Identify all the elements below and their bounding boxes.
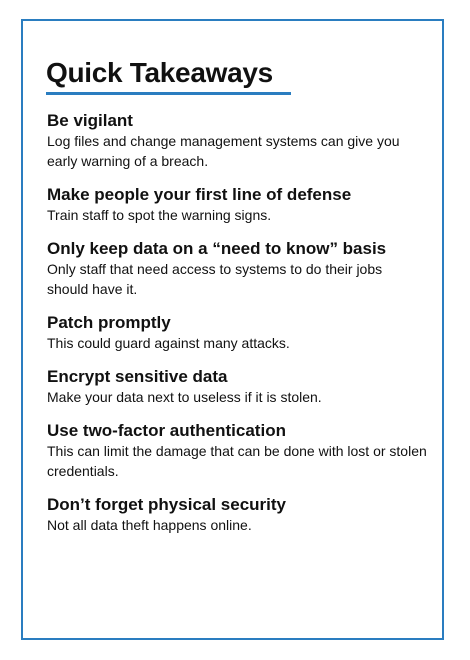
takeaway-heading: Patch promptly bbox=[47, 313, 171, 332]
takeaway-item-encrypt: Encrypt sensitive data Make your data ne… bbox=[47, 367, 427, 407]
takeaway-heading: Only keep data on a “need to know” basis bbox=[47, 239, 387, 258]
takeaways-card: Quick Takeaways Be vigilant Log files an… bbox=[21, 19, 444, 640]
takeaway-item-need-to-know: Only keep data on a “need to know” basis… bbox=[47, 239, 427, 299]
takeaway-item-patch: Patch promptly This could guard against … bbox=[47, 313, 427, 353]
takeaway-heading: Be vigilant bbox=[47, 111, 133, 130]
takeaway-heading: Don’t forget physical security bbox=[47, 495, 286, 514]
takeaway-body: Only staff that need access to systems t… bbox=[47, 261, 383, 297]
card-title: Quick Takeaways bbox=[46, 57, 273, 88]
takeaway-heading: Use two-factor authentication bbox=[47, 421, 286, 440]
takeaway-body: Train staff to spot the warning signs. bbox=[47, 207, 272, 223]
takeaway-body: Not all data theft happens online. bbox=[47, 517, 252, 533]
takeaway-body: Log files and change management systems … bbox=[47, 133, 400, 169]
takeaway-body: This can limit the damage that can be do… bbox=[47, 443, 427, 479]
takeaways-list: Be vigilant Log files and change managem… bbox=[47, 111, 427, 549]
takeaway-item-physical: Don’t forget physical security Not all d… bbox=[47, 495, 427, 535]
takeaway-body: This could guard against many attacks. bbox=[47, 335, 290, 351]
takeaway-heading: Make people your first line of defense bbox=[47, 185, 352, 204]
takeaway-item-2fa: Use two-factor authentication This can l… bbox=[47, 421, 427, 481]
takeaway-item-vigilant: Be vigilant Log files and change managem… bbox=[47, 111, 427, 171]
takeaway-heading: Encrypt sensitive data bbox=[47, 367, 228, 386]
takeaway-item-people: Make people your first line of defense T… bbox=[47, 185, 427, 225]
title-underline bbox=[46, 92, 291, 95]
takeaway-body: Make your data next to useless if it is … bbox=[47, 389, 322, 405]
